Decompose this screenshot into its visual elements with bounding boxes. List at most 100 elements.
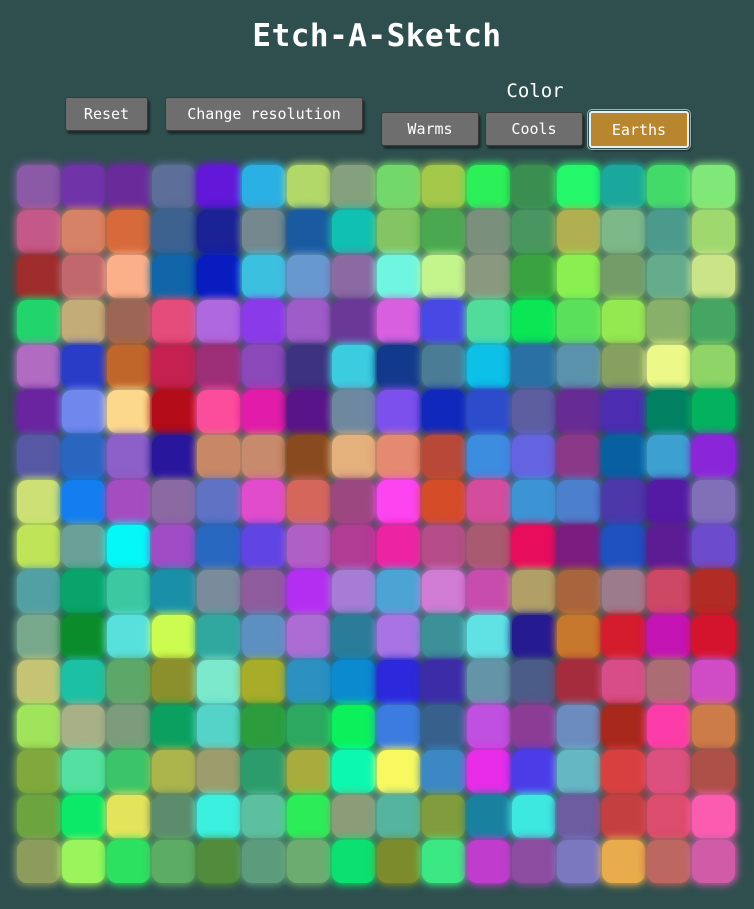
grid-cell[interactable] xyxy=(692,165,735,208)
grid-cell[interactable] xyxy=(287,750,330,793)
grid-cell[interactable] xyxy=(287,660,330,703)
grid-cell[interactable] xyxy=(152,615,195,658)
grid-cell[interactable] xyxy=(332,705,375,748)
grid-cell[interactable] xyxy=(17,210,60,253)
grid-cell[interactable] xyxy=(62,570,105,613)
grid-cell[interactable] xyxy=(62,345,105,388)
grid-cell[interactable] xyxy=(467,165,510,208)
grid-cell[interactable] xyxy=(467,435,510,478)
grid-cell[interactable] xyxy=(242,525,285,568)
grid-cell[interactable] xyxy=(557,480,600,523)
grid-cell[interactable] xyxy=(332,255,375,298)
grid-cell[interactable] xyxy=(647,705,690,748)
grid-cell[interactable] xyxy=(197,390,240,433)
grid-cell[interactable] xyxy=(62,255,105,298)
grid-cell[interactable] xyxy=(467,525,510,568)
grid-cell[interactable] xyxy=(107,795,150,838)
grid-cell[interactable] xyxy=(107,390,150,433)
grid-cell[interactable] xyxy=(17,480,60,523)
grid-cell[interactable] xyxy=(332,300,375,343)
grid-cell[interactable] xyxy=(107,525,150,568)
grid-cell[interactable] xyxy=(557,300,600,343)
grid-cell[interactable] xyxy=(17,300,60,343)
grid-cell[interactable] xyxy=(287,210,330,253)
grid-cell[interactable] xyxy=(287,570,330,613)
grid-cell[interactable] xyxy=(197,750,240,793)
grid-cell[interactable] xyxy=(152,255,195,298)
grid-cell[interactable] xyxy=(107,210,150,253)
grid-cell[interactable] xyxy=(377,795,420,838)
grid-cell[interactable] xyxy=(422,165,465,208)
grid-cell[interactable] xyxy=(287,390,330,433)
grid-cell[interactable] xyxy=(692,210,735,253)
grid-cell[interactable] xyxy=(107,750,150,793)
grid-cell[interactable] xyxy=(17,570,60,613)
earths-palette-button[interactable]: Earths xyxy=(589,111,689,148)
grid-cell[interactable] xyxy=(62,390,105,433)
grid-cell[interactable] xyxy=(647,660,690,703)
grid-cell[interactable] xyxy=(422,525,465,568)
grid-cell[interactable] xyxy=(422,795,465,838)
grid-cell[interactable] xyxy=(107,345,150,388)
grid-cell[interactable] xyxy=(557,570,600,613)
grid-cell[interactable] xyxy=(242,435,285,478)
grid-cell[interactable] xyxy=(152,750,195,793)
grid-cell[interactable] xyxy=(377,840,420,883)
grid-cell[interactable] xyxy=(557,750,600,793)
grid-cell[interactable] xyxy=(242,210,285,253)
grid-cell[interactable] xyxy=(152,840,195,883)
grid-cell[interactable] xyxy=(557,705,600,748)
grid-cell[interactable] xyxy=(647,345,690,388)
grid-cell[interactable] xyxy=(647,210,690,253)
grid-cell[interactable] xyxy=(17,750,60,793)
grid-cell[interactable] xyxy=(422,570,465,613)
grid-cell[interactable] xyxy=(152,705,195,748)
grid-cell[interactable] xyxy=(647,480,690,523)
grid-cell[interactable] xyxy=(242,750,285,793)
grid-cell[interactable] xyxy=(467,570,510,613)
grid-cell[interactable] xyxy=(62,525,105,568)
grid-cell[interactable] xyxy=(422,345,465,388)
grid-cell[interactable] xyxy=(377,435,420,478)
grid-cell[interactable] xyxy=(647,615,690,658)
grid-cell[interactable] xyxy=(287,345,330,388)
grid-cell[interactable] xyxy=(17,435,60,478)
grid-cell[interactable] xyxy=(332,570,375,613)
grid-cell[interactable] xyxy=(647,570,690,613)
grid-cell[interactable] xyxy=(62,840,105,883)
grid-cell[interactable] xyxy=(242,795,285,838)
grid-cell[interactable] xyxy=(242,480,285,523)
grid-cell[interactable] xyxy=(242,255,285,298)
grid-cell[interactable] xyxy=(512,840,555,883)
grid-cell[interactable] xyxy=(62,705,105,748)
grid-cell[interactable] xyxy=(62,795,105,838)
grid-cell[interactable] xyxy=(17,525,60,568)
grid-cell[interactable] xyxy=(62,165,105,208)
grid-cell[interactable] xyxy=(152,300,195,343)
grid-cell[interactable] xyxy=(512,300,555,343)
grid-cell[interactable] xyxy=(152,345,195,388)
grid-cell[interactable] xyxy=(647,750,690,793)
grid-cell[interactable] xyxy=(557,660,600,703)
grid-cell[interactable] xyxy=(287,525,330,568)
grid-cell[interactable] xyxy=(602,570,645,613)
grid-cell[interactable] xyxy=(647,165,690,208)
grid-cell[interactable] xyxy=(377,570,420,613)
grid-cell[interactable] xyxy=(512,435,555,478)
grid-cell[interactable] xyxy=(602,435,645,478)
grid-cell[interactable] xyxy=(602,795,645,838)
grid-cell[interactable] xyxy=(512,570,555,613)
grid-cell[interactable] xyxy=(602,750,645,793)
grid-cell[interactable] xyxy=(377,300,420,343)
grid-cell[interactable] xyxy=(242,345,285,388)
grid-cell[interactable] xyxy=(377,615,420,658)
grid-cell[interactable] xyxy=(332,660,375,703)
grid-cell[interactable] xyxy=(692,345,735,388)
grid-cell[interactable] xyxy=(377,345,420,388)
grid-cell[interactable] xyxy=(602,525,645,568)
grid-cell[interactable] xyxy=(332,345,375,388)
grid-cell[interactable] xyxy=(422,660,465,703)
grid-cell[interactable] xyxy=(152,570,195,613)
grid-cell[interactable] xyxy=(512,345,555,388)
grid-cell[interactable] xyxy=(197,255,240,298)
